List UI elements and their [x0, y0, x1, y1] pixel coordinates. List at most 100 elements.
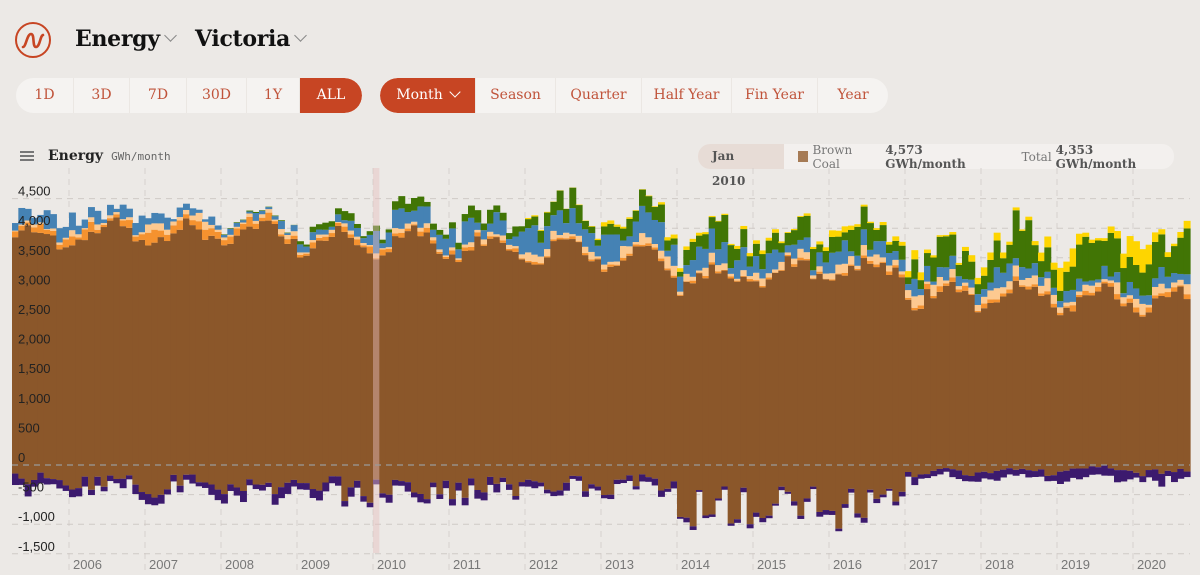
bar-segment-gas [1152, 295, 1159, 299]
bar-segment-solar [974, 277, 982, 285]
bar-segment-exports [854, 513, 862, 518]
bar-segment-wind [670, 238, 678, 245]
bar-segment-brown-coal-negative [354, 465, 361, 481]
bar-segment-gas [639, 244, 646, 247]
bar-segment-exports [917, 474, 925, 479]
range-7d-button[interactable]: 7D [130, 78, 187, 113]
bar-segment-hydro [246, 211, 254, 214]
bar-segment-brown-coal-negative [784, 465, 792, 492]
bar-segment-gas [1145, 307, 1153, 313]
bar-segment-brown-coal [1145, 312, 1153, 465]
bar-segment-exports [924, 474, 931, 479]
bar-segment-brown-coal-negative [43, 465, 51, 479]
bar-segment-hydro [1120, 293, 1128, 298]
bar-segment-gas [525, 260, 532, 263]
bar-segment-hydro [1139, 295, 1147, 304]
range-1d-button[interactable]: 1D [16, 78, 74, 113]
interval-season-button[interactable]: Season [476, 78, 556, 113]
bar-segment-gas [816, 271, 824, 274]
bar-segment-wind [1076, 244, 1083, 279]
bar-segment-wind [221, 234, 228, 235]
bar-segment-distillate-other [740, 270, 748, 276]
range-1y-button[interactable]: 1Y [247, 78, 300, 113]
bar-segment-brown-coal-negative [626, 465, 634, 476]
bar-segment-gas [898, 274, 906, 278]
bar-segment-wind [873, 229, 881, 242]
bar-segment-exports [708, 514, 716, 517]
bar-segment-solar [1088, 239, 1096, 243]
bar-segment-brown-coal-negative [689, 465, 697, 527]
bar-segment-exports [259, 484, 266, 491]
bar-segment-exports [1038, 469, 1045, 477]
bar-segment-brown-coal-negative [917, 465, 925, 475]
bar-segment-brown-coal [518, 259, 526, 465]
bar-segment-brown-coal [835, 274, 843, 465]
bar-segment-exports [544, 489, 551, 494]
interval-month-button[interactable]: Month [380, 78, 476, 113]
bar-segment-solar [1145, 244, 1153, 265]
range-3d-button[interactable]: 3D [74, 78, 130, 113]
bar-segment-brown-coal-negative [252, 465, 260, 485]
bar-segment-gas [905, 297, 912, 300]
interval-fin-year-button[interactable]: Fin Year [732, 78, 818, 113]
bar-segment-exports [746, 524, 754, 529]
bar-segment-gas [309, 242, 317, 249]
bar-segment-wind [867, 223, 874, 250]
bar-segment-distillate-other [715, 265, 722, 272]
bar-segment-distillate-other [43, 229, 51, 230]
bar-segment-exports [347, 487, 355, 497]
bar-segment-brown-coal-negative [341, 465, 349, 502]
bar-segment-solar [784, 232, 792, 233]
bar-segment-hydro [518, 231, 526, 255]
bar-segment-gas [1133, 307, 1140, 313]
opennem-logo-icon[interactable] [15, 22, 51, 58]
range-all-button[interactable]: ALL [300, 78, 362, 113]
bar-segment-hydro [100, 219, 108, 224]
bar-segment-brown-coal-negative [506, 465, 513, 485]
bar-segment-brown-coal-negative [360, 465, 368, 497]
bar-segment-hydro [620, 240, 627, 247]
interval-quarter-button[interactable]: Quarter [556, 78, 642, 113]
bar-segment-wind [506, 233, 513, 240]
bar-segment-gas [50, 230, 57, 236]
bar-segment-wind [746, 256, 754, 267]
bar-segment-hydro [252, 212, 260, 221]
bar-segment-hydro [677, 276, 684, 292]
bar-segment-gas [727, 276, 735, 279]
bar-segment-brown-coal-negative [563, 465, 570, 483]
bar-segment-brown-coal [772, 272, 779, 465]
bar-segment-exports [1158, 473, 1166, 487]
bar-segment-distillate-other [727, 273, 735, 277]
bar-segment-solar [848, 225, 855, 230]
bar-segment-exports [759, 517, 767, 523]
bar-segment-brown-coal-negative [1164, 465, 1172, 471]
bar-segment-hydro [1145, 295, 1153, 305]
menu-icon[interactable] [20, 151, 34, 161]
interval-year-button[interactable]: Year [818, 78, 888, 113]
bar-segment-distillate-other [12, 230, 19, 232]
bar-segment-brown-coal-negative [12, 465, 19, 474]
bar-segment-wind [955, 264, 963, 277]
bar-segment-exports [474, 490, 482, 499]
bar-segment-wind [499, 212, 507, 221]
bar-segment-gas [632, 244, 640, 247]
bar-segment-gas [955, 289, 963, 293]
bar-segment-brown-coal [246, 226, 254, 465]
bar-segment-wind [385, 229, 393, 233]
region-select[interactable]: Victoria [195, 26, 307, 52]
interval-half-year-button[interactable]: Half Year [642, 78, 732, 113]
metric-select[interactable]: Energy [75, 26, 177, 52]
energy-chart[interactable]: 4,500 4,000 3,500 3,000 2,500 2,000 1,500 1,000… [0, 168, 1200, 575]
bar-segment-exports [955, 470, 963, 480]
bar-segment-brown-coal [392, 236, 399, 465]
bar-segment-distillate-other [430, 237, 437, 241]
bar-segment-exports [164, 489, 171, 495]
range-30d-button[interactable]: 30D [187, 78, 247, 113]
bar-segment-hydro [537, 242, 545, 257]
bar-segment-hydro [113, 208, 121, 213]
bar-segment-exports [278, 487, 285, 499]
bar-segment-gas [487, 236, 494, 239]
bar-segment-gas [1076, 294, 1083, 298]
bar-segment-brown-coal-negative [822, 465, 830, 511]
bar-segment-brown-coal-negative [493, 465, 501, 484]
